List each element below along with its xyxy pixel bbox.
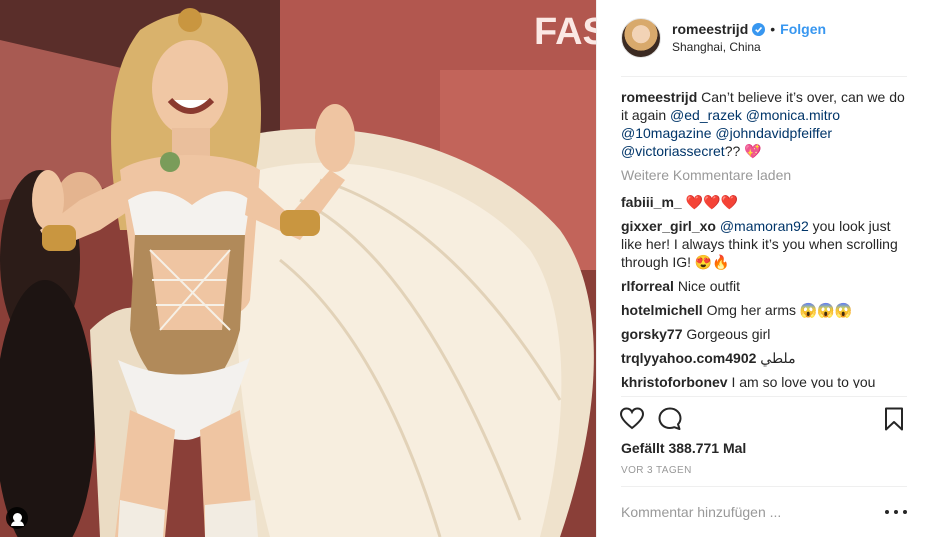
comment-button[interactable]: [657, 406, 683, 432]
comment-text: Gorgeous girl: [686, 326, 771, 342]
add-comment-input[interactable]: [621, 500, 871, 524]
comment-username[interactable]: hotelmichell: [621, 302, 703, 318]
post-photo-illustration: FAS: [0, 0, 596, 537]
caption-suffix: ?? 💖: [724, 143, 762, 159]
comment-bubble-icon: [658, 407, 682, 430]
caption-mention[interactable]: @ed_razek: [670, 107, 742, 123]
header-top-row: romeestrijd • Folgen: [672, 20, 826, 38]
post-header: romeestrijd • Folgen Shanghai, China: [621, 16, 907, 60]
divider: [621, 486, 907, 487]
post-caption: romeestrijd Can’t believe it’s over, can…: [621, 88, 911, 160]
photo-sign-text: FAS: [534, 11, 596, 53]
comment-text: I am so love you to you: [731, 374, 876, 388]
comment-item: gorsky77 Gorgeous girl: [621, 325, 911, 343]
save-button[interactable]: [881, 406, 907, 432]
tagged-user-icon[interactable]: [6, 507, 28, 529]
comment-item: fabiii_m_ ❤️❤️❤️: [621, 193, 911, 211]
post-photo[interactable]: FAS: [0, 0, 596, 537]
verified-badge-icon: [752, 22, 766, 36]
comment-username[interactable]: fabiii_m_: [621, 194, 682, 210]
comment-username[interactable]: rlforreal: [621, 278, 674, 294]
comment-mention[interactable]: @mamoran92: [720, 218, 809, 234]
comments-list[interactable]: romeestrijd Can’t believe it’s over, can…: [621, 88, 911, 388]
header-text: romeestrijd • Folgen Shanghai, China: [672, 20, 826, 56]
comment-text: Omg her arms 😱😱😱: [706, 302, 853, 318]
comment-item: rlforreal Nice outfit: [621, 277, 911, 295]
comment-item: trqlyyahoo.com4902 ملطي: [621, 349, 911, 367]
comment-text: Nice outfit: [677, 278, 741, 294]
follow-button[interactable]: Folgen: [780, 20, 826, 38]
likes-count[interactable]: Gefällt 388.771 Mal: [621, 440, 746, 456]
comment-text: ❤️❤️❤️: [685, 194, 738, 210]
divider: [621, 76, 907, 77]
post-actions: [619, 404, 909, 434]
comment-username[interactable]: gixxer_girl_xo: [621, 218, 716, 234]
bookmark-icon: [885, 407, 903, 431]
caption-mention[interactable]: @10magazine: [621, 125, 712, 141]
avatar[interactable]: [621, 18, 661, 58]
caption-mention[interactable]: @monica.mitro: [746, 107, 840, 123]
load-more-comments-button[interactable]: Weitere Kommentare laden: [621, 166, 911, 184]
comment-username[interactable]: trqlyyahoo.com4902: [621, 350, 756, 366]
post-timestamp[interactable]: VOR 3 TAGEN: [621, 465, 692, 476]
comment-item: gixxer_girl_xo @mamoran92 you look just …: [621, 217, 911, 271]
header-separator: •: [770, 21, 776, 37]
like-button[interactable]: [619, 406, 645, 432]
comment-username[interactable]: khristoforbonev: [621, 374, 728, 388]
header-username[interactable]: romeestrijd: [672, 20, 748, 38]
divider: [621, 396, 907, 397]
comment-item: khristoforbonev I am so love you to you: [621, 373, 911, 388]
caption-mention[interactable]: @victoriassecret: [621, 143, 725, 159]
comment-username[interactable]: gorsky77: [621, 326, 682, 342]
comment-item: hotelmichell Omg her arms 😱😱😱: [621, 301, 911, 319]
more-dots-icon[interactable]: [885, 503, 907, 521]
post-side-panel: romeestrijd • Folgen Shanghai, China rom…: [596, 0, 930, 537]
location-link[interactable]: Shanghai, China: [672, 38, 826, 56]
comment-text: ملطي: [760, 350, 796, 366]
caption-mention[interactable]: @johndavidpfeiffer: [715, 125, 832, 141]
heart-icon: [619, 407, 645, 430]
caption-username[interactable]: romeestrijd: [621, 89, 697, 105]
